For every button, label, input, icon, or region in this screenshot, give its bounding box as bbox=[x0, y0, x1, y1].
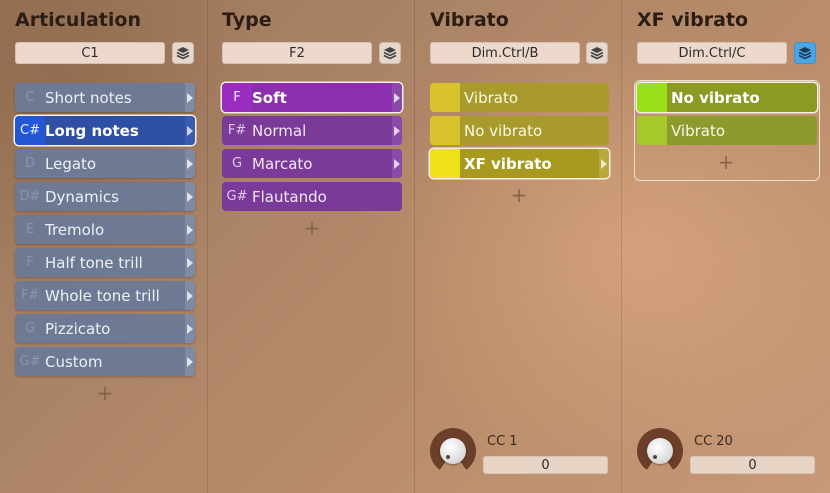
articulation-item-label: Half tone trill bbox=[45, 253, 143, 272]
xf-vibrato-item-no-vibrato[interactable]: No vibrato bbox=[637, 83, 817, 112]
vibrato-item-label: XF vibrato bbox=[464, 154, 552, 173]
chevron-right-icon[interactable] bbox=[185, 149, 195, 178]
articulation-item-custom[interactable]: G# Custom bbox=[15, 347, 195, 376]
articulation-item-label: Tremolo bbox=[45, 220, 105, 239]
add-type-button[interactable]: + bbox=[302, 216, 322, 240]
cc1-label: CC 1 bbox=[487, 434, 518, 449]
vibrato-item-no-vibrato[interactable]: No vibrato bbox=[430, 116, 609, 145]
vibrato-item-label: Vibrato bbox=[464, 88, 519, 107]
add-xf-vibrato-button[interactable]: + bbox=[716, 150, 736, 174]
keyswitch-label: F# bbox=[20, 288, 40, 303]
knob-icon bbox=[647, 438, 673, 464]
layers-icon bbox=[590, 47, 604, 60]
keyswitch-label: G bbox=[231, 156, 243, 171]
xf-vibrato-layers-button[interactable] bbox=[794, 42, 816, 64]
chevron-right-icon[interactable] bbox=[392, 149, 402, 178]
type-title: Type bbox=[222, 9, 272, 31]
layers-icon bbox=[176, 47, 190, 60]
xf-vibrato-item-vibrato[interactable]: Vibrato bbox=[637, 116, 817, 145]
type-item-soft[interactable]: F Soft bbox=[222, 83, 402, 112]
type-item-label: Flautando bbox=[252, 187, 327, 206]
chevron-right-icon[interactable] bbox=[392, 116, 402, 145]
keyswitch-label: E bbox=[25, 222, 35, 237]
keyswitch-label: F bbox=[26, 255, 34, 270]
keyswitch-label: D bbox=[24, 156, 35, 171]
layers-icon bbox=[798, 47, 812, 60]
articulation-item-pizzicato[interactable]: G Pizzicato bbox=[15, 314, 195, 343]
articulation-item-long-notes[interactable]: C# Long notes bbox=[15, 116, 195, 145]
keyswitch-label: C# bbox=[15, 116, 45, 145]
column-divider bbox=[414, 0, 415, 493]
xf-vibrato-item-label: No vibrato bbox=[671, 88, 760, 107]
articulation-title: Articulation bbox=[15, 9, 141, 31]
cc1-knob[interactable] bbox=[430, 428, 476, 474]
xf-vibrato-title: XF vibrato bbox=[637, 9, 749, 31]
vibrato-item-vibrato[interactable]: Vibrato bbox=[430, 83, 609, 112]
keyswitch-label: F# bbox=[227, 123, 247, 138]
color-swatch bbox=[430, 83, 460, 112]
articulation-item-whole-tone-trill[interactable]: F# Whole tone trill bbox=[15, 281, 195, 310]
add-articulation-button[interactable]: + bbox=[95, 381, 115, 405]
keyswitch-label: G# bbox=[19, 354, 41, 369]
type-item-label: Marcato bbox=[252, 154, 313, 173]
vibrato-layers-button[interactable] bbox=[586, 42, 608, 64]
articulation-item-tremolo[interactable]: E Tremolo bbox=[15, 215, 195, 244]
type-item-marcato[interactable]: G Marcato bbox=[222, 149, 402, 178]
type-item-normal[interactable]: F# Normal bbox=[222, 116, 402, 145]
xf-vibrato-item-label: Vibrato bbox=[671, 121, 726, 140]
keyswitch-label: C bbox=[25, 90, 35, 105]
cc20-value-field[interactable]: 0 bbox=[690, 456, 815, 474]
column-divider bbox=[207, 0, 208, 493]
vibrato-item-label: No vibrato bbox=[464, 121, 543, 140]
vibrato-selector[interactable]: Dim.Ctrl/B bbox=[430, 42, 580, 64]
chevron-right-icon[interactable] bbox=[185, 347, 195, 376]
chevron-right-icon[interactable] bbox=[185, 314, 195, 343]
layers-icon bbox=[383, 47, 397, 60]
vibrato-title: Vibrato bbox=[430, 9, 509, 31]
type-selector[interactable]: F2 bbox=[222, 42, 372, 64]
articulation-item-half-tone-trill[interactable]: F Half tone trill bbox=[15, 248, 195, 277]
articulation-item-legato[interactable]: D Legato bbox=[15, 149, 195, 178]
chevron-right-icon[interactable] bbox=[599, 149, 609, 178]
articulation-item-short-notes[interactable]: C Short notes bbox=[15, 83, 195, 112]
type-item-label: Soft bbox=[252, 88, 287, 107]
xf-vibrato-selector[interactable]: Dim.Ctrl/C bbox=[637, 42, 787, 64]
articulation-item-label: Custom bbox=[45, 352, 103, 371]
chevron-right-icon[interactable] bbox=[185, 248, 195, 277]
keyswitch-label: D# bbox=[19, 189, 41, 204]
keyswitch-label: G bbox=[24, 321, 36, 336]
color-swatch bbox=[637, 116, 667, 145]
color-swatch bbox=[430, 149, 460, 178]
add-vibrato-button[interactable]: + bbox=[509, 183, 529, 207]
color-swatch bbox=[430, 116, 460, 145]
articulation-selector[interactable]: C1 bbox=[15, 42, 165, 64]
cc20-label: CC 20 bbox=[694, 434, 733, 449]
articulation-item-label: Legato bbox=[45, 154, 97, 173]
chevron-right-icon[interactable] bbox=[392, 83, 402, 112]
cc1-value-field[interactable]: 0 bbox=[483, 456, 608, 474]
articulation-item-dynamics[interactable]: D# Dynamics bbox=[15, 182, 195, 211]
articulation-item-label: Pizzicato bbox=[45, 319, 111, 338]
cc20-knob[interactable] bbox=[637, 428, 683, 474]
keyswitch-label: G# bbox=[226, 189, 248, 204]
articulation-item-label: Long notes bbox=[45, 121, 139, 140]
vibrato-item-xf-vibrato[interactable]: XF vibrato bbox=[430, 149, 609, 178]
type-layers-button[interactable] bbox=[379, 42, 401, 64]
type-item-flautando[interactable]: G# Flautando bbox=[222, 182, 402, 211]
type-item-label: Normal bbox=[252, 121, 307, 140]
chevron-right-icon[interactable] bbox=[185, 182, 195, 211]
articulation-item-label: Whole tone trill bbox=[45, 286, 160, 305]
column-divider bbox=[621, 0, 622, 493]
chevron-right-icon[interactable] bbox=[185, 116, 195, 145]
chevron-right-icon[interactable] bbox=[185, 215, 195, 244]
knob-icon bbox=[440, 438, 466, 464]
chevron-right-icon[interactable] bbox=[185, 83, 195, 112]
articulation-item-label: Dynamics bbox=[45, 187, 119, 206]
articulation-layers-button[interactable] bbox=[172, 42, 194, 64]
chevron-right-icon[interactable] bbox=[185, 281, 195, 310]
color-swatch bbox=[637, 83, 667, 112]
keyswitch-label: F bbox=[222, 83, 252, 112]
articulation-item-label: Short notes bbox=[45, 88, 132, 107]
